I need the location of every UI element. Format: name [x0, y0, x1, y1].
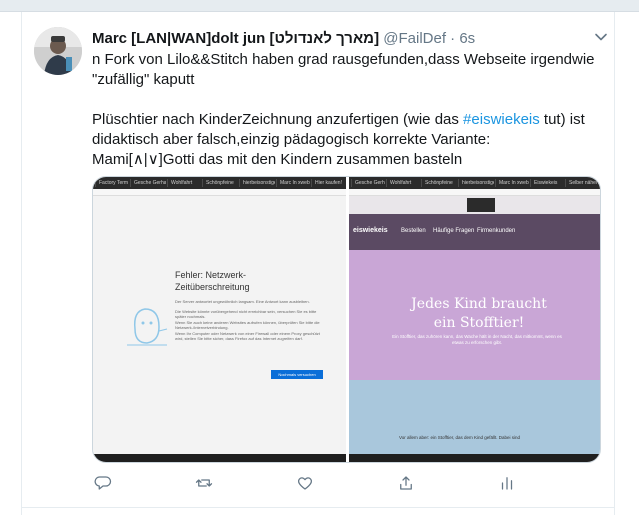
browser-tab: Wohlfahrt — [386, 179, 420, 187]
browser-tab-bar: Factory Term Gesche Gerhard Wohlfahrt Sc… — [93, 177, 346, 189]
browser-address-bar — [93, 189, 346, 196]
browser-tab: hierbeisonstiges — [458, 179, 494, 187]
browser-tab: Marc In xweb — [495, 179, 529, 187]
media-image-right[interactable]: Gesche Gerhard Wohlfahrt Schönpfeine hie… — [349, 177, 600, 462]
error-line: Der Server antwortet ungewöhnlich langsa… — [175, 299, 310, 304]
browser-tab: Schönpfeine — [421, 179, 457, 187]
tweet-text-line: n Fork von Lilo&&Stitch haben grad rausg… — [92, 51, 595, 68]
body-text: Vor allem aber: ein Stofftier, das dem K… — [399, 435, 520, 440]
error-title: Fehler: Netzwerk-Zeitüberschreitung — [175, 270, 250, 292]
browser-tab: Eiswiekeis — [530, 179, 564, 187]
retweet-icon[interactable] — [193, 472, 215, 494]
tweet-timestamp[interactable]: 6s — [459, 30, 475, 47]
media-image-left[interactable]: Factory Term Gesche Gerhard Wohlfahrt Sc… — [93, 177, 346, 462]
browser-tab: Marc In xweb — [276, 179, 310, 187]
hero-line: ein Stofftier! — [433, 315, 525, 331]
tweet-text-line: "zufällig" kaputt — [92, 71, 195, 88]
timeline-right-border — [614, 12, 615, 515]
hero-subtext: Ein Stofftier, das zuhören kann, das Wac… — [392, 334, 562, 345]
error-body: Der Server antwortet ungewöhnlich langsa… — [175, 299, 325, 342]
nav-link[interactable]: Häufige Fragen — [433, 228, 474, 234]
date-popup — [467, 198, 495, 212]
browser-address-bar — [349, 189, 600, 196]
like-icon[interactable] — [294, 472, 316, 494]
tweet-text-line: Plüschtier nach KinderZeichnung anzufert… — [92, 110, 612, 130]
hero-line: Jedes Kind braucht — [411, 296, 547, 312]
avatar[interactable] — [34, 27, 82, 75]
tweet-bottom-divider — [21, 507, 615, 508]
hashtag-link[interactable]: #eiswiekeis — [463, 111, 540, 128]
tweet-text-line: Mami[∧|∨]Gotti das mit den Kindern zusam… — [92, 151, 463, 168]
browser-tab: Factory Term — [95, 179, 129, 187]
timeline-top-divider — [0, 0, 639, 12]
retry-button[interactable]: Nochmals versuchen — [271, 370, 323, 379]
os-taskbar — [93, 454, 346, 462]
analytics-icon[interactable] — [496, 472, 518, 494]
timeline-left-border — [21, 12, 22, 515]
browser-tab: Hier kaufen! — [311, 179, 344, 187]
author-handle[interactable]: @FailDef — [383, 30, 446, 47]
tweet-actions — [92, 472, 592, 494]
browser-tab: Wohlfahrt — [167, 179, 201, 187]
tweet-text-segment: tut) ist — [539, 111, 585, 128]
avatar-image — [34, 27, 82, 75]
tweet-text-segment: Plüschtier nach KinderZeichnung anzufert… — [92, 111, 464, 128]
browser-tab: Selber nähen — [565, 179, 600, 187]
browser-tab: Gesche Gerhard — [351, 179, 385, 187]
error-illustration-icon — [127, 308, 168, 346]
tweet-media[interactable]: Factory Term Gesche Gerhard Wohlfahrt Sc… — [92, 176, 601, 463]
chevron-down-icon[interactable] — [594, 30, 608, 44]
error-line: Wenn Sie auch keine anderen Websites auf… — [175, 319, 320, 331]
nav-link[interactable]: Firmenkunden — [477, 228, 515, 234]
error-line: Wenn Ihr Computer oder Netzwerk von eine… — [175, 330, 320, 342]
tweet-header: Marc [LAN|WAN]dolt jun [מארך לאנדולט] @F… — [92, 29, 607, 49]
share-icon[interactable] — [395, 472, 417, 494]
tweet-text-line: didaktisch aber falsch,einzig pädagogisc… — [92, 131, 491, 148]
header-separator: · — [450, 30, 456, 47]
site-header: eiswiekeis Bestellen Häufige Fragen Firm… — [349, 214, 600, 250]
hero-heading: Jedes Kind braucht ein Stofftier! — [409, 295, 549, 333]
author-name[interactable]: Marc [LAN|WAN]dolt jun [מארך לאנדולט] — [92, 30, 379, 47]
nav-link[interactable]: Bestellen — [401, 228, 426, 234]
reply-icon[interactable] — [92, 472, 114, 494]
browser-tab: Schönpfeine — [202, 179, 238, 187]
browser-tab: hierbeisonstiges — [239, 179, 275, 187]
error-line: Die Website könnte vorübergehend nicht e… — [175, 308, 317, 320]
blue-panel — [349, 380, 600, 454]
browser-tab: Gesche Gerhard — [130, 179, 166, 187]
site-logo[interactable]: eiswiekeis — [353, 227, 388, 234]
browser-tab-bar: Gesche Gerhard Wohlfahrt Schönpfeine hie… — [349, 177, 600, 189]
os-taskbar — [349, 454, 600, 462]
